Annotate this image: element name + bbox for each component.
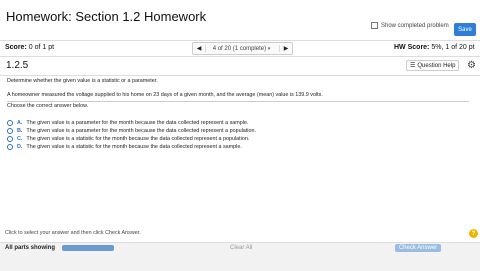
score: Score: 0 of 1 pt bbox=[5, 44, 54, 51]
option-text: The given value is a statistic for the m… bbox=[26, 144, 242, 150]
divider bbox=[7, 101, 469, 102]
all-parts-label: All parts showing bbox=[5, 245, 56, 251]
question-position-label: 4 of 20 (1 complete) bbox=[212, 45, 267, 52]
option-text: The given value is a parameter for the m… bbox=[26, 128, 256, 134]
answer-option-d[interactable]: D. The given value is a statistic for th… bbox=[7, 144, 242, 150]
option-letter: B. bbox=[17, 128, 23, 134]
parts-strip bbox=[62, 245, 114, 251]
chevron-down-icon: ▾ bbox=[267, 45, 271, 52]
radio-button[interactable] bbox=[7, 136, 13, 142]
gear-icon[interactable]: ⚙ bbox=[467, 60, 476, 71]
next-question-icon[interactable]: ▶ bbox=[279, 45, 292, 52]
question-navigator: ◀ 4 of 20 (1 complete) ▾ ▶ bbox=[192, 42, 293, 55]
check-answer-button[interactable]: Check Answer bbox=[395, 244, 441, 252]
score-label: Score: bbox=[5, 44, 27, 51]
answer-option-b[interactable]: B. The given value is a parameter for th… bbox=[7, 128, 256, 134]
save-button[interactable]: Save bbox=[454, 23, 476, 36]
option-text: The given value is a statistic for the m… bbox=[26, 136, 250, 142]
radio-button[interactable] bbox=[7, 128, 13, 134]
question-help-label: Question Help bbox=[417, 62, 456, 69]
bottom-bar: All parts showing Clear All Check Answer bbox=[0, 242, 480, 271]
option-letter: A. bbox=[17, 120, 23, 126]
question-help-button[interactable]: ☰ Question Help bbox=[406, 60, 459, 71]
question-position-select[interactable]: 4 of 20 (1 complete) ▾ bbox=[206, 46, 279, 52]
radio-button[interactable] bbox=[7, 120, 13, 126]
score-value: 0 of 1 pt bbox=[28, 44, 55, 51]
option-text: The given value is a parameter for the m… bbox=[26, 120, 249, 126]
show-completed-toggle[interactable]: Show completed problem bbox=[371, 22, 449, 29]
clear-all-button[interactable]: Clear All bbox=[230, 245, 252, 251]
choose-label: Choose the correct answer below. bbox=[7, 103, 89, 109]
question-instruction: Determine whether the given value is a s… bbox=[7, 78, 158, 84]
homework-title: Homework: Section 1.2 Homework bbox=[6, 9, 207, 24]
option-letter: D. bbox=[17, 144, 23, 150]
header-bar: Homework: Section 1.2 Homework Show comp… bbox=[0, 0, 480, 41]
checkbox-icon[interactable] bbox=[371, 22, 378, 29]
help-icon[interactable]: ? bbox=[469, 229, 478, 238]
question-number: 1.2.5 bbox=[6, 60, 29, 71]
show-completed-label: Show completed problem bbox=[381, 22, 449, 29]
hw-score: HW Score: 5%, 1 of 20 pt bbox=[394, 44, 475, 51]
hw-score-value: 5%, 1 of 20 pt bbox=[431, 44, 475, 51]
previous-question-icon[interactable]: ◀ bbox=[193, 45, 206, 52]
list-icon: ☰ bbox=[410, 63, 416, 69]
footer-hint: Click to select your answer and then cli… bbox=[5, 230, 141, 236]
answer-option-c[interactable]: C. The given value is a statistic for th… bbox=[7, 136, 249, 142]
answer-option-a[interactable]: A. The given value is a parameter for th… bbox=[7, 120, 248, 126]
question-bar: 1.2.5 ☰ Question Help ⚙ bbox=[0, 57, 480, 76]
radio-button[interactable] bbox=[7, 144, 13, 150]
hw-score-label: HW Score: bbox=[394, 44, 430, 51]
question-prompt: A homeowner measured the voltage supplie… bbox=[7, 92, 323, 98]
option-letter: C. bbox=[17, 136, 23, 142]
score-bar: Score: 0 of 1 pt ◀ 4 of 20 (1 complete) … bbox=[0, 40, 480, 57]
